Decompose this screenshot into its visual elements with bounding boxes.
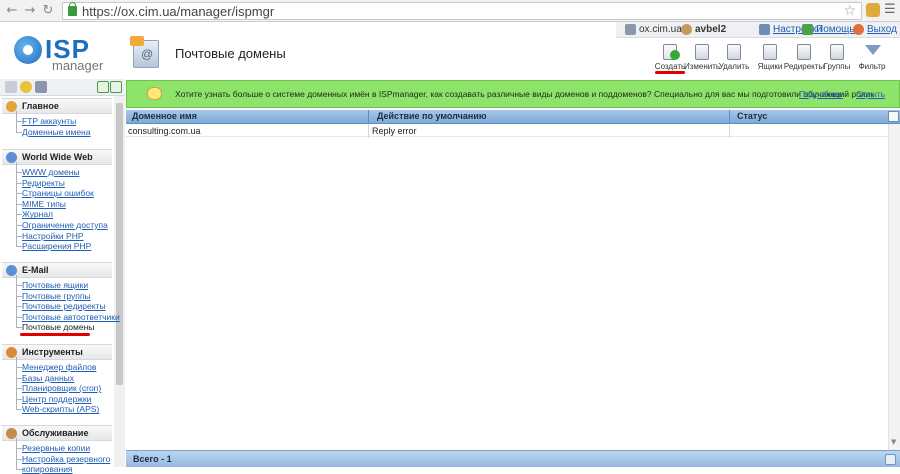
sidebar-item[interactable]: Почтовые ящики [15, 275, 88, 290]
favorites-star-icon[interactable] [20, 81, 32, 93]
sidebar-group-title: World Wide Web [22, 152, 93, 162]
browser-menu-icon[interactable]: ☰ [884, 3, 898, 17]
sidebar-item[interactable]: Журнал [15, 204, 53, 219]
cell-action: Reply error [372, 126, 417, 136]
column-domain-name[interactable]: Доменное имя [132, 111, 197, 121]
banner-more-link[interactable]: Подробнее [799, 89, 843, 99]
sidebar-item[interactable]: WWW домены [16, 162, 80, 177]
briefcase-icon[interactable] [35, 81, 47, 93]
sidebar-item[interactable]: Почтовые домены [15, 317, 94, 332]
sidebar-group-title: Инструменты [22, 347, 83, 357]
sidebar-item[interactable]: Web-скрипты (APS) [15, 399, 99, 414]
sidebar-item[interactable]: Доменные имена [15, 121, 90, 137]
edit-icon [695, 44, 709, 60]
sidebar-scroll-thumb[interactable] [116, 103, 123, 385]
speech-bubble-icon [147, 87, 162, 100]
table-footer: Всего - 1 [126, 450, 900, 467]
column-separator [729, 110, 730, 124]
sidebar-item[interactable]: Ограничение доступа [16, 215, 108, 230]
mailboxes-icon [763, 44, 777, 60]
row-separator [368, 124, 369, 138]
lock-icon [68, 2, 77, 16]
expand-all-icon[interactable] [97, 81, 109, 93]
create-annotation-underline [655, 71, 685, 74]
row-separator [729, 124, 730, 138]
sidebar-group-title: E-Mail [22, 265, 49, 275]
logout-icon [853, 24, 864, 35]
address-url: https://ox.cim.ua/manager/ispmgr [82, 4, 275, 19]
settings-icon [759, 24, 770, 35]
sidebar-item[interactable]: Редиректы [16, 172, 65, 188]
logo-mark-icon [14, 36, 42, 64]
sidebar-tabs [0, 79, 125, 96]
forward-icon[interactable]: → [22, 3, 38, 19]
user-name: avbel2 [695, 24, 727, 35]
export-icon[interactable] [885, 454, 896, 465]
logo-subtitle: manager [52, 58, 104, 73]
sidebar-item[interactable]: Почтовые автоответчики [16, 306, 120, 322]
reload-icon[interactable]: ↻ [40, 3, 56, 19]
help-icon [802, 24, 813, 35]
sidebar-item[interactable]: Страницы ошибок [16, 183, 94, 198]
delete-icon [727, 44, 741, 60]
ispmanager-logo: ISP manager [14, 34, 114, 76]
sidebar-item[interactable]: FTP аккаунты [15, 111, 76, 126]
sidebar-item[interactable]: Настройка резервного [15, 448, 110, 464]
bookmark-star-icon[interactable]: ☆ [843, 3, 856, 19]
sidebar-item[interactable]: Почтовые группы [16, 285, 91, 301]
server-icon [625, 24, 636, 35]
tree-icon[interactable] [5, 81, 17, 93]
sidebar-group-title: Главное [22, 101, 59, 111]
browser-bar: ← → ↻ https://ox.cim.ua/manager/ispmgr ☆… [0, 0, 900, 22]
mail-domains-icon [130, 36, 159, 68]
filter-button[interactable]: Фильтр [853, 44, 891, 72]
info-banner: Хотите узнать больше о системе доменных … [126, 80, 900, 108]
table-row[interactable]: consulting.com.ua Reply error [126, 125, 888, 137]
redirects-icon [797, 44, 811, 60]
column-options-icon[interactable] [888, 111, 899, 122]
user-bar: ox.cim.ua :: avbel2 Настройки Помощь Вых… [616, 22, 900, 38]
extension-icon[interactable] [866, 3, 880, 17]
logout-link[interactable]: Выход [867, 24, 897, 35]
column-separator [368, 110, 369, 124]
user-icon [681, 24, 692, 35]
column-default-action[interactable]: Действие по умолчанию [377, 111, 487, 121]
sidebar-item[interactable]: Менеджер файлов [15, 357, 96, 372]
mail-domains-annotation-underline [20, 333, 90, 336]
sidebar-item[interactable]: MIME типы [16, 193, 66, 209]
plus-icon [670, 50, 680, 60]
table-header: Доменное имя Действие по умолчанию Стату… [126, 110, 900, 124]
collapse-all-icon[interactable] [110, 81, 122, 93]
sidebar-group-title: Обслуживание [22, 428, 89, 438]
sidebar-item[interactable]: Настройки PHP [16, 225, 84, 241]
sidebar-item[interactable]: Почтовые редиректы [16, 296, 106, 311]
sidebar-item[interactable]: Планировщик (cron) [15, 378, 101, 393]
settings-link[interactable]: Настройки [773, 24, 822, 35]
sidebar-item[interactable]: Резервные копии [15, 438, 90, 453]
column-status[interactable]: Статус [737, 111, 767, 121]
filter-icon [865, 45, 881, 55]
back-icon[interactable]: ← [4, 3, 20, 19]
table-scrollbar[interactable]: ▼ [888, 124, 900, 450]
sidebar-item[interactable]: Центр поддержки [15, 388, 91, 404]
groups-icon [830, 44, 844, 60]
sidebar-item[interactable]: копирования [16, 459, 73, 474]
cell-domain: consulting.com.ua [128, 126, 201, 136]
address-bar[interactable]: https://ox.cim.ua/manager/ispmgr ☆ [62, 2, 862, 20]
banner-text: Хотите узнать больше о системе доменных … [175, 89, 875, 99]
filter-label: Фильтр [858, 62, 886, 71]
sidebar-item[interactable]: Базы данных [15, 367, 74, 383]
sidebar-item[interactable]: Расширения PHP [15, 236, 91, 251]
help-link[interactable]: Помощь [816, 24, 855, 35]
page-title: Почтовые домены [175, 46, 286, 61]
banner-hide-link[interactable]: Скрыть [856, 89, 885, 99]
scroll-down-icon[interactable]: ▼ [891, 438, 896, 446]
total-count: Всего - 1 [133, 454, 172, 464]
